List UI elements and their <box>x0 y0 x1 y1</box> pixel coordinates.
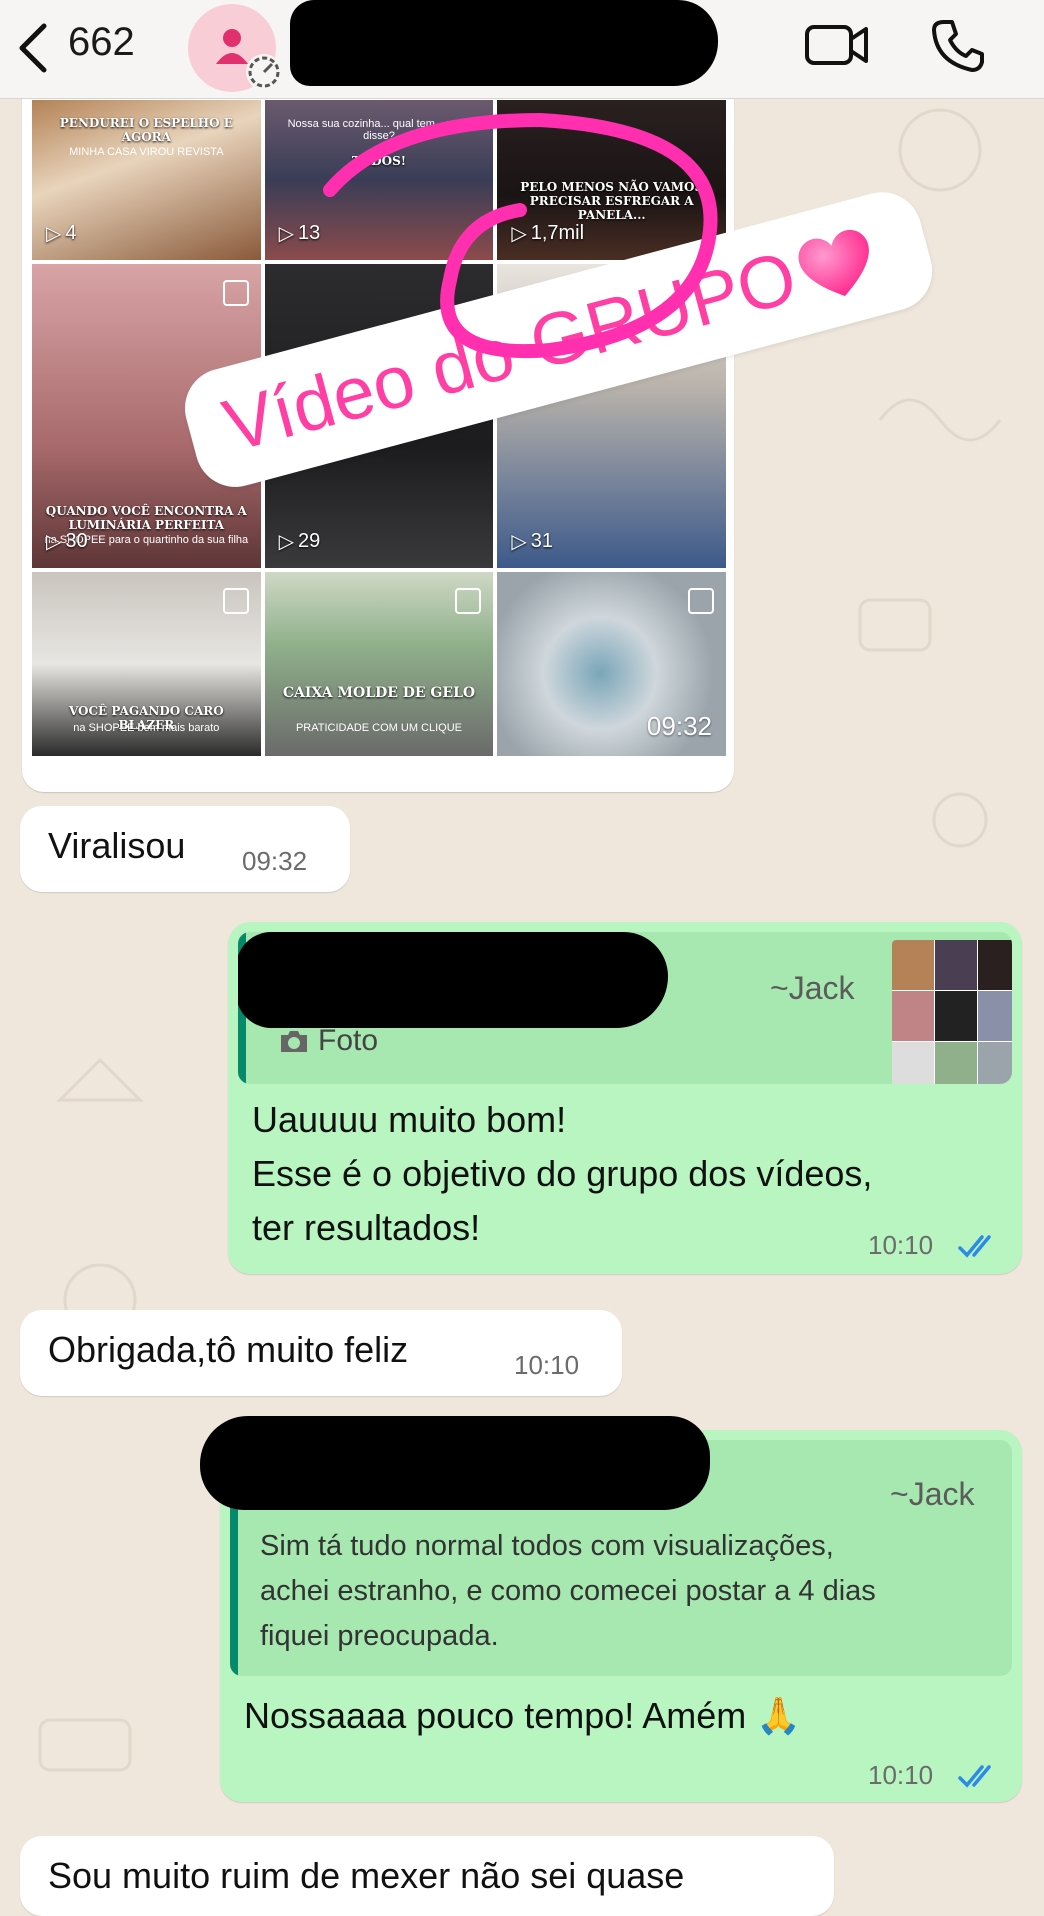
message-time: 10:10 <box>868 1760 934 1790</box>
chat-header: 662 <box>0 0 1044 99</box>
grid-cell[interactable]: 09:32 <box>497 572 726 756</box>
camera-icon <box>281 1031 307 1052</box>
view-count: ▷ 29 <box>278 530 321 553</box>
message-line: Esse é o objetivo do grupo dos vídeos, <box>252 1153 873 1194</box>
grid-cell[interactable]: CAIXA MOLDE DE GELO PRATICIDADE COM UM C… <box>264 572 494 756</box>
phone-call-icon[interactable] <box>930 18 986 74</box>
cell-overlay-text: PENDUREI O ESPELHO E AGORA <box>59 116 233 144</box>
message-text: Viralisou <box>48 825 186 866</box>
quoted-message[interactable]: ~Jack Foto <box>238 932 1012 1084</box>
view-count: ▷ 31 <box>511 530 553 553</box>
highlight-circle-scribble <box>323 112 718 359</box>
quote-author: ~Jack <box>890 1476 975 1512</box>
read-receipt-ticks-icon <box>958 1235 991 1258</box>
shopping-bag-icon <box>455 588 482 614</box>
quote-type: Foto <box>278 1024 378 1058</box>
cell-overlay-sub: MINHA CASA VIROU REVISTA <box>69 146 224 158</box>
message-time: 10:10 <box>514 1350 580 1380</box>
pink-heart-icon <box>798 229 869 296</box>
unread-count[interactable]: 662 <box>68 20 135 65</box>
disappearing-timer-icon <box>246 54 282 90</box>
message-line: ter resultados! <box>252 1207 481 1248</box>
quote-thumbnail <box>892 940 1012 1084</box>
quote-line: achei estranho, e como comecei postar a … <box>260 1575 876 1607</box>
grid-cell[interactable]: PENDUREI O ESPELHO E AGORA MINHA CASA VI… <box>32 100 261 260</box>
incoming-message[interactable]: Viralisou 09:32 <box>20 806 350 892</box>
back-chevron-icon[interactable] <box>14 22 50 74</box>
message-time: 10:10 <box>868 1230 934 1260</box>
cell-overlay-text: CAIXA MOLDE DE GELO <box>282 685 476 701</box>
incoming-message[interactable]: Obrigada,tô muito feliz 10:10 <box>20 1310 622 1396</box>
grid-cell[interactable]: VOCÊ PAGANDO CARO BLAZER na SHOPEE bem m… <box>32 572 261 756</box>
quote-line: fiquei preocupada. <box>260 1620 499 1652</box>
cell-overlay-sub: PRATICIDADE COM UM CLIQUE <box>295 722 462 734</box>
message-line: Uauuuu muito bom! <box>252 1099 567 1140</box>
message-time: 09:32 <box>242 846 308 876</box>
quote-author: ~Jack <box>770 970 855 1006</box>
message-text: Sou muito ruim de mexer não sei quase <box>48 1855 685 1896</box>
message-text: Nossaaaa pouco tempo! Amém 🙏 <box>244 1695 802 1736</box>
shopping-bag-icon <box>688 588 714 614</box>
cell-overlay-sub: na SHOPEE bem mais barato <box>73 722 220 734</box>
video-call-icon[interactable] <box>804 22 870 68</box>
media-timestamp: 09:32 <box>646 711 712 741</box>
message-text: Obrigada,tô muito feliz <box>48 1329 409 1370</box>
redacted-quote-name <box>200 1416 710 1510</box>
redacted-quote-name <box>238 932 668 1028</box>
shopping-bag-icon <box>222 280 249 306</box>
read-receipt-ticks-icon <box>958 1765 991 1788</box>
view-count: ▷ 4 <box>46 222 77 245</box>
incoming-message[interactable]: Sou muito ruim de mexer não sei quase <box>20 1836 834 1916</box>
outgoing-reply-message[interactable]: ~Jack Sim tá tudo normal todos com visua… <box>200 1416 1022 1802</box>
quote-line: Sim tá tudo normal todos com visualizaçõ… <box>260 1530 834 1562</box>
shopping-bag-icon <box>222 588 249 614</box>
cell-overlay-text: QUANDO VOCÊ ENCONTRA A LUMINÁRIA PERFEIT… <box>45 504 247 532</box>
view-count: ▷ 30 <box>46 530 88 553</box>
outgoing-reply-message[interactable]: ~Jack Foto Uauuuu muito bom! Esse é o ob… <box>228 922 1022 1274</box>
redacted-contact-name <box>290 0 718 86</box>
